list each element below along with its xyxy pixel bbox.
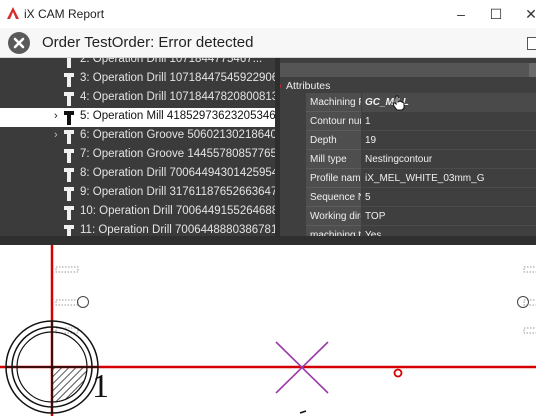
attribute-key: Working dire: [306, 207, 361, 226]
attributes-panel: Attributes Machining P GC_MILL Contour nun…: [280, 58, 536, 236]
tree-item[interactable]: 4: Operation Drill 10718447820800813806: [0, 89, 275, 108]
tool-icon: [67, 58, 71, 68]
tree-item[interactable]: 7: Operation Groove 14455780857765532: [0, 146, 275, 165]
direction-marker: [393, 368, 403, 378]
attribute-row[interactable]: Working dire TOP: [306, 207, 536, 226]
export-icon[interactable]: [527, 37, 536, 50]
attribute-row[interactable]: Machining P GC_MILL: [306, 93, 536, 112]
attribute-value[interactable]: TOP: [362, 207, 536, 226]
tool-icon: [64, 225, 74, 236]
attribute-value[interactable]: 1: [362, 112, 536, 131]
tool-icon: [64, 130, 74, 144]
attributes-toolbar-button[interactable]: [529, 63, 536, 77]
attribute-row[interactable]: Profile name iX_MEL_WHITE_03mm_G: [306, 169, 536, 188]
attributes-header: Attributes: [286, 80, 331, 92]
drill-mark: [523, 299, 536, 306]
horizontal-splitter[interactable]: [0, 236, 536, 245]
close-button[interactable]: ✕: [511, 0, 536, 28]
tool-icon: [64, 111, 74, 125]
tree-item-label: 4: Operation Drill 10718447820800813806: [80, 91, 275, 103]
tree-item[interactable]: 3: Operation Drill 10718447545922906862: [0, 70, 275, 89]
hatched-quadrant: [51, 366, 88, 403]
maximize-button[interactable]: ☐: [476, 0, 516, 28]
attribute-row[interactable]: Depth 19: [306, 131, 536, 150]
status-bar: Order TestOrder: Error detected: [0, 28, 536, 58]
tree-item-label: 3: Operation Drill 10718447545922906862: [80, 72, 275, 84]
attribute-key: Profile name: [306, 169, 361, 188]
attribute-value[interactable]: iX_MEL_WHITE_03mm_G: [362, 169, 536, 188]
attribute-key: Depth: [306, 131, 361, 150]
tool-icon: [64, 168, 74, 182]
expand-chevron-icon[interactable]: ›: [54, 110, 58, 122]
attribute-key: Machining P: [306, 93, 361, 112]
attribute-value[interactable]: 19: [362, 131, 536, 150]
tree-item-label: 7: Operation Groove 14455780857765532: [80, 148, 275, 160]
tree-item[interactable]: › 6: Operation Groove 50602130218640072: [0, 127, 275, 146]
app-logo-icon: [7, 7, 19, 19]
minimize-button[interactable]: –: [441, 0, 481, 28]
drill-mark: [523, 327, 536, 334]
drill-mark: [55, 299, 79, 306]
operations-tree[interactable]: 2: Operation Drill 1071844775467... 3: Op…: [0, 58, 275, 236]
dimension-label: 1: [92, 368, 109, 405]
attribute-value[interactable]: Nestingcontour: [362, 150, 536, 169]
attribute-row[interactable]: Sequence Nu5: [306, 188, 536, 207]
attribute-row[interactable]: Contour nun 1: [306, 112, 536, 131]
tool-icon: [64, 73, 74, 87]
expand-chevron-icon[interactable]: ›: [54, 129, 58, 141]
tree-item[interactable]: 10: Operation Drill 70064491552646885 44: [0, 203, 275, 222]
tree-item-label: 8: Operation Drill 700644943014259548 8: [80, 167, 275, 179]
dimension-tick: [299, 410, 307, 414]
attribute-value[interactable]: 5: [362, 188, 536, 207]
hand-cursor-icon: [392, 95, 405, 111]
tree-item-label: 2: Operation Drill 1071844775467...: [80, 58, 263, 65]
tree-item-label: 5: Operation Mill 4185297362320534694: [80, 110, 275, 122]
tool-icon: [64, 92, 74, 106]
tree-item[interactable]: 2: Operation Drill 1071844775467...: [0, 58, 275, 70]
attributes-toolbar: [280, 63, 536, 77]
drill-mark: [523, 266, 536, 273]
title-bar: iX CAM Report – ☐ ✕: [0, 0, 536, 28]
tree-item[interactable]: 11: Operation Drill 70064488803867816 00: [0, 222, 275, 236]
attribute-key: Mill type: [306, 150, 361, 169]
window-title: iX CAM Report: [24, 7, 105, 21]
attribute-row[interactable]: machining thYes: [306, 226, 536, 236]
tree-item-label: 6: Operation Groove 50602130218640072: [80, 129, 275, 141]
tool-icon: [64, 206, 74, 220]
error-circle-icon: [8, 32, 30, 54]
attribute-key: machining th: [306, 226, 361, 236]
attribute-key: Contour nun: [306, 112, 361, 131]
tool-icon: [64, 187, 74, 201]
drill-mark: [55, 266, 79, 273]
tree-item-label: 11: Operation Drill 70064488803867816 00: [80, 224, 275, 236]
tree-item[interactable]: 8: Operation Drill 700644943014259548 8: [0, 165, 275, 184]
error-marker-icon: [280, 84, 281, 88]
attribute-value-editor[interactable]: GC_MILL: [362, 93, 536, 112]
cad-drawing: [0, 245, 536, 416]
drill-hole-circle: [77, 296, 89, 308]
tree-item[interactable]: › 5: Operation Mill 4185297362320534694: [0, 108, 275, 127]
cad-canvas[interactable]: 1: [0, 245, 536, 416]
tree-item[interactable]: 9: Operation Drill 317611876526636470 0: [0, 184, 275, 203]
tree-item-label: 9: Operation Drill 317611876526636470 0: [80, 186, 275, 198]
attribute-key: Sequence Nu: [306, 188, 361, 207]
tree-item-label: 10: Operation Drill 70064491552646885 44: [80, 205, 275, 217]
attribute-row[interactable]: Mill type Nestingcontour: [306, 150, 536, 169]
tool-icon: [64, 149, 74, 163]
status-message: Order TestOrder: Error detected: [42, 34, 254, 51]
drill-hole-circle: [517, 296, 529, 308]
attribute-value[interactable]: Yes: [362, 226, 536, 236]
